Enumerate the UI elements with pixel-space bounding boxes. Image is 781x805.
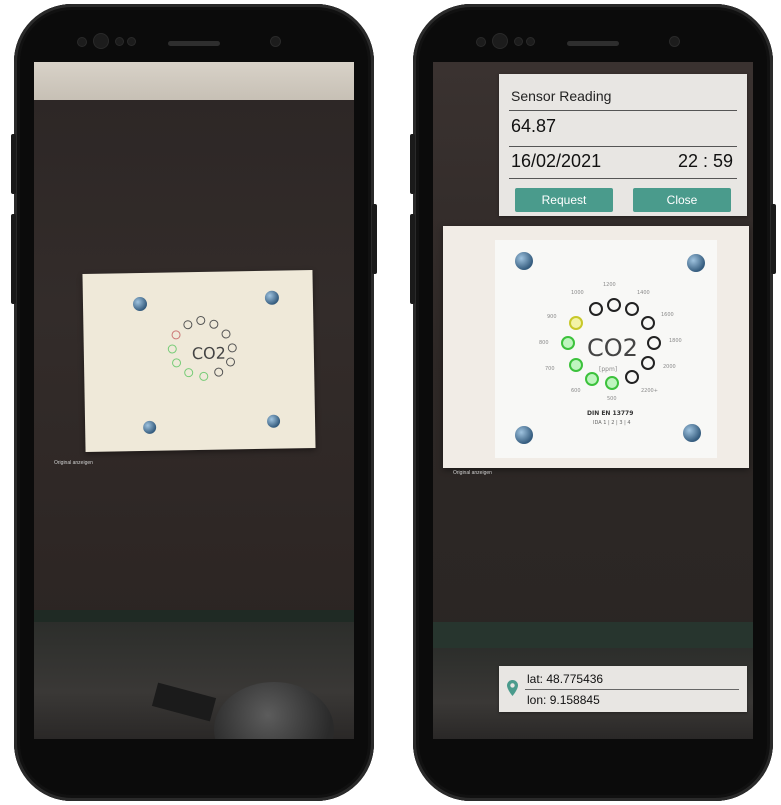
longitude-row: lon: 9.158845 — [527, 693, 600, 707]
lon-value: 9.158845 — [549, 693, 600, 707]
sensor-icon — [527, 38, 534, 45]
camera-viewport[interactable]: CO2 Original anzeigen — [34, 62, 354, 739]
left-phone-frame: CO2 Original anzeigen — [11, 4, 377, 801]
led-ring — [171, 330, 181, 340]
bixby-button — [410, 214, 415, 304]
translate-hint[interactable]: Original anzeigen — [453, 470, 492, 476]
screw-icon — [515, 252, 533, 270]
close-button[interactable]: Close — [633, 188, 731, 212]
front-camera-icon — [271, 37, 280, 46]
led-ring — [199, 371, 209, 381]
monitor-base — [433, 622, 753, 648]
led-ring-warning — [569, 316, 583, 330]
co2-label: CO2 — [587, 334, 638, 362]
top-bezel — [38, 24, 350, 62]
sensor-icon — [116, 38, 123, 45]
led-ring — [625, 370, 639, 384]
led-ring — [641, 316, 655, 330]
front-camera-icon — [670, 37, 679, 46]
sensor-icon — [477, 38, 485, 46]
scale-label: 500 — [607, 396, 617, 402]
led-ring-active — [561, 336, 575, 350]
latitude-row: lat: 48.775436 — [527, 672, 603, 686]
screw-icon — [683, 424, 701, 442]
volume-button — [11, 134, 16, 194]
iris-camera-icon — [94, 34, 108, 48]
led-ring — [167, 344, 177, 354]
screw-icon — [515, 426, 533, 444]
screw-icon — [143, 420, 157, 434]
scale-label: 700 — [545, 366, 555, 372]
reading-date: 16/02/2021 — [511, 151, 602, 171]
screw-icon — [687, 254, 705, 272]
led-ring-active — [605, 376, 619, 390]
led-ring-active — [585, 372, 599, 386]
scale-label: 1400 — [637, 290, 650, 296]
scale-label: 900 — [547, 314, 557, 320]
screw-icon — [266, 414, 281, 428]
led-ring — [221, 329, 231, 339]
request-button[interactable]: Request — [515, 188, 613, 212]
led-ring — [183, 320, 193, 330]
divider — [509, 146, 737, 147]
led-ring — [196, 315, 206, 326]
sensor-icon — [78, 38, 86, 46]
sensor-card: CO2 — [82, 270, 316, 452]
led-ring — [589, 302, 603, 316]
iris-camera-icon — [493, 34, 507, 48]
scale-label: 1200 — [603, 282, 616, 288]
divider — [509, 178, 737, 179]
sensor-reading-panel: Sensor Reading 64.87 16/02/2021 22 : 59 … — [499, 74, 747, 216]
sensor-card: CO2 [ppm] 1200 1400 1600 1800 2000 2200+… — [443, 226, 749, 468]
power-button — [372, 204, 377, 274]
map-pin-icon — [507, 680, 518, 696]
led-ring — [214, 367, 224, 377]
co2-label: CO2 — [191, 343, 226, 364]
location-panel: lat: 48.775436 lon: 9.158845 — [499, 666, 747, 712]
led-ring — [641, 356, 655, 370]
bixby-button — [11, 214, 16, 304]
scale-label: 800 — [539, 340, 549, 346]
scale-label: 2200+ — [641, 388, 658, 394]
led-ring — [227, 343, 237, 353]
led-ring — [607, 298, 621, 312]
reading-time: 22 : 59 — [677, 151, 733, 171]
led-ring — [625, 302, 639, 316]
sensor-value: 64.87 — [511, 116, 557, 136]
lat-value: 48.775436 — [546, 672, 604, 686]
lon-label: lon: — [527, 693, 547, 707]
scale-label: 600 — [571, 388, 581, 394]
screw-icon — [132, 296, 148, 312]
led-ring-active — [569, 358, 583, 372]
speaker-grille — [168, 40, 220, 46]
scale-label: 1600 — [661, 312, 674, 318]
top-bezel — [437, 24, 749, 62]
translate-hint[interactable]: Original anzeigen — [54, 460, 93, 466]
scale-label: 1800 — [669, 338, 682, 344]
ida-label: IDA 1 | 2 | 3 | 4 — [593, 420, 631, 426]
led-ring — [209, 319, 219, 329]
sensor-icon — [515, 38, 522, 45]
led-ring — [647, 336, 661, 350]
sensor-face: CO2 [ppm] 1200 1400 1600 1800 2000 2200+… — [495, 240, 717, 458]
led-ring — [184, 368, 194, 378]
panel-title: Sensor Reading — [511, 88, 612, 104]
unit-label: [ppm] — [599, 366, 618, 373]
lat-label: lat: — [527, 672, 544, 686]
speaker-grille — [567, 40, 619, 46]
standard-label: DIN EN 13779 — [587, 410, 634, 417]
screw-icon — [264, 290, 280, 305]
volume-button — [410, 134, 415, 194]
scale-label: 2000 — [663, 364, 676, 370]
sensor-icon — [128, 38, 135, 45]
camera-viewport[interactable]: CO2 [ppm] 1200 1400 1600 1800 2000 2200+… — [433, 62, 753, 739]
power-button — [771, 204, 776, 274]
wall-background — [34, 62, 354, 100]
scale-label: 1000 — [571, 290, 584, 296]
right-phone-frame: CO2 [ppm] 1200 1400 1600 1800 2000 2200+… — [410, 4, 776, 801]
divider — [509, 110, 737, 111]
led-ring — [171, 358, 182, 368]
divider — [525, 689, 739, 690]
led-ring — [225, 357, 236, 367]
